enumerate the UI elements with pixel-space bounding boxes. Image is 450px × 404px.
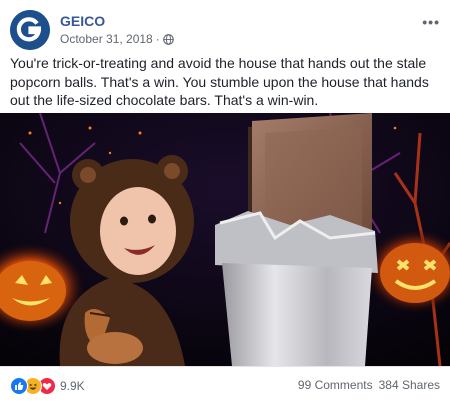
post-image[interactable] bbox=[0, 113, 450, 366]
more-options-button[interactable]: ••• bbox=[422, 14, 440, 30]
halloween-photo bbox=[0, 113, 450, 366]
post-text: You're trick-or-treating and avoid the h… bbox=[10, 55, 429, 108]
facebook-post: GEICO October 31, 2018 · ••• You're tric… bbox=[0, 0, 450, 403]
post-footer: 9.9K 99 Comments 384 Shares bbox=[0, 366, 450, 404]
page-avatar[interactable] bbox=[10, 10, 50, 50]
page-name-link[interactable]: GEICO bbox=[60, 13, 105, 29]
comments-count-link[interactable]: 99 Comments bbox=[298, 378, 373, 392]
post-meta: October 31, 2018 · bbox=[60, 32, 174, 46]
geico-logo-icon bbox=[10, 10, 50, 50]
globe-icon bbox=[162, 33, 174, 45]
reaction-count: 9.9K bbox=[60, 379, 85, 393]
meta-separator: · bbox=[155, 32, 160, 46]
reactions-summary[interactable]: 9.9K bbox=[10, 377, 85, 395]
like-icon bbox=[10, 377, 28, 395]
post-header: GEICO October 31, 2018 · ••• bbox=[10, 10, 440, 50]
post-date[interactable]: October 31, 2018 bbox=[60, 32, 153, 46]
shares-count-link[interactable]: 384 Shares bbox=[379, 378, 440, 392]
engagement-stats: 99 Comments 384 Shares bbox=[298, 378, 440, 392]
